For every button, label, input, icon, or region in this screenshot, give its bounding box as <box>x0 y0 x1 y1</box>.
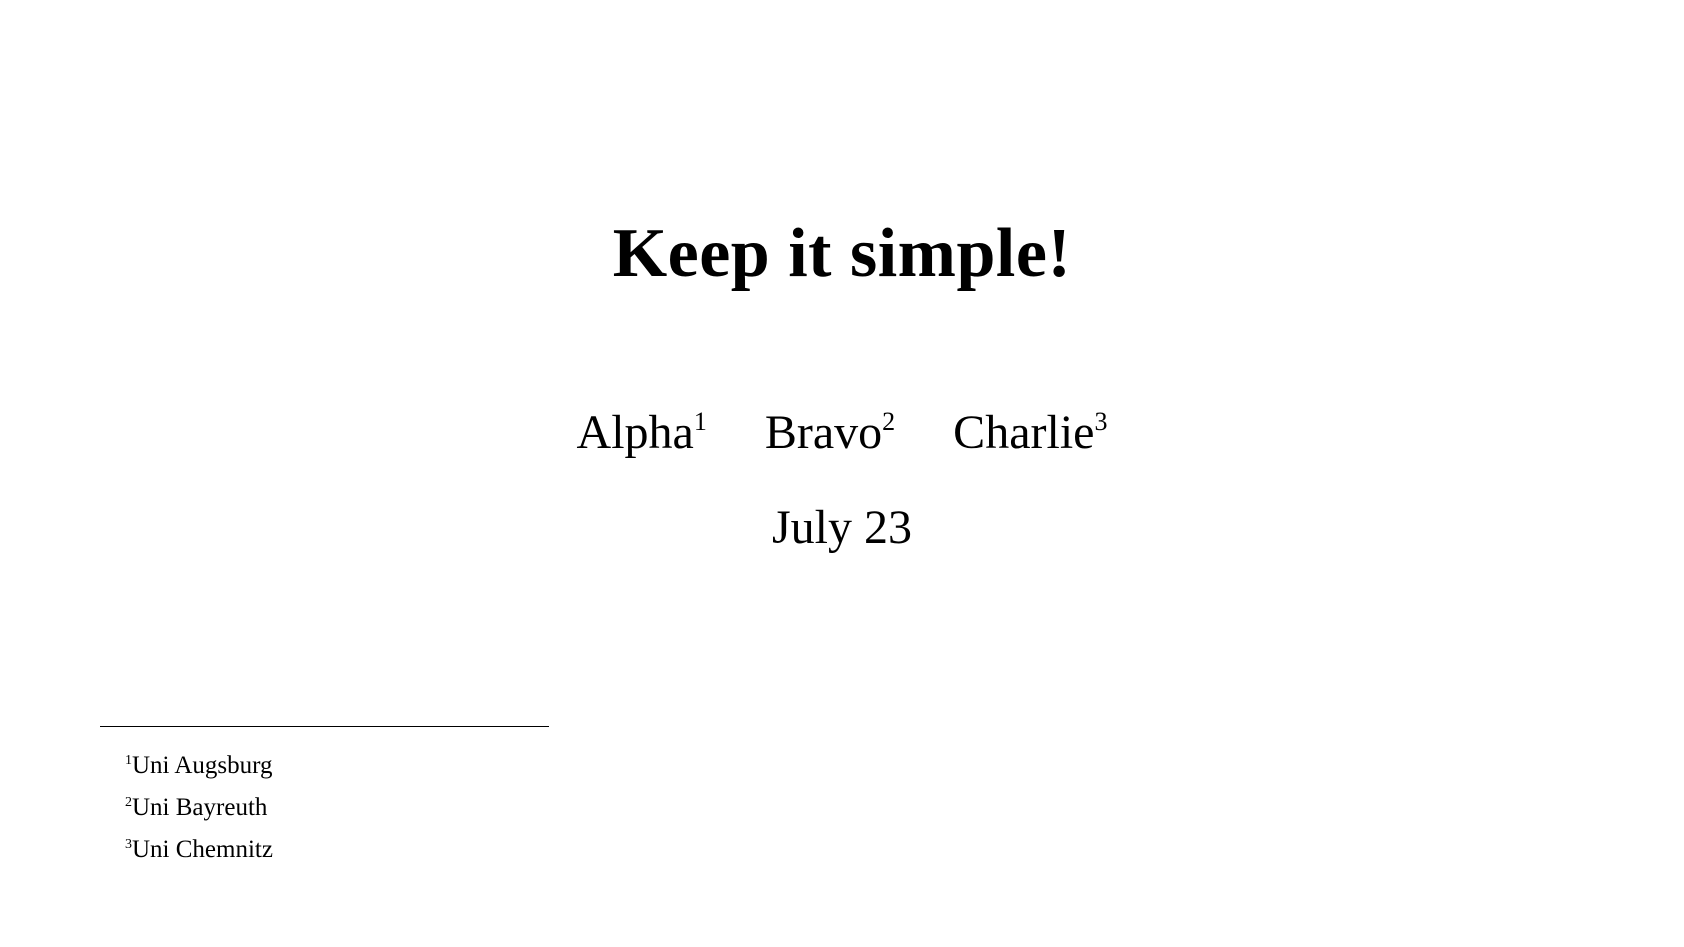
author-charlie: Charlie3 <box>953 404 1107 462</box>
author-name: Alpha <box>576 406 694 459</box>
footnote-list: 1Uni Augsburg 2Uni Bayreuth 3Uni Chemnit… <box>125 745 273 871</box>
affiliation-mark: 3 <box>1094 407 1108 436</box>
author-list: Alpha1 Bravo2 Charlie3 <box>0 404 1684 462</box>
author-name: Charlie <box>953 406 1095 459</box>
footnote-mark: 2 <box>125 795 132 810</box>
footnote-item: 2Uni Bayreuth <box>125 787 273 829</box>
footnote-item: 1Uni Augsburg <box>125 745 273 787</box>
affiliation-mark: 1 <box>693 407 707 436</box>
footnote-text: Uni Chemnitz <box>132 836 273 863</box>
footnote-mark: 3 <box>125 837 132 852</box>
footnote-item: 3Uni Chemnitz <box>125 829 273 871</box>
footnote-mark: 1 <box>125 753 132 768</box>
author-bravo: Bravo2 <box>765 404 895 462</box>
title-slide: Keep it simple! Alpha1 Bravo2 Charlie3 Jul… <box>0 0 1684 947</box>
footnote-text: Uni Augsburg <box>132 752 273 779</box>
affiliation-mark: 2 <box>882 407 896 436</box>
author-alpha: Alpha1 <box>577 404 707 462</box>
author-name: Bravo <box>764 406 883 459</box>
footnote-divider <box>100 726 549 727</box>
slide-date: July 23 <box>771 501 912 554</box>
footnote-text: Uni Bayreuth <box>132 794 268 821</box>
slide-title: Keep it simple! <box>612 215 1072 292</box>
